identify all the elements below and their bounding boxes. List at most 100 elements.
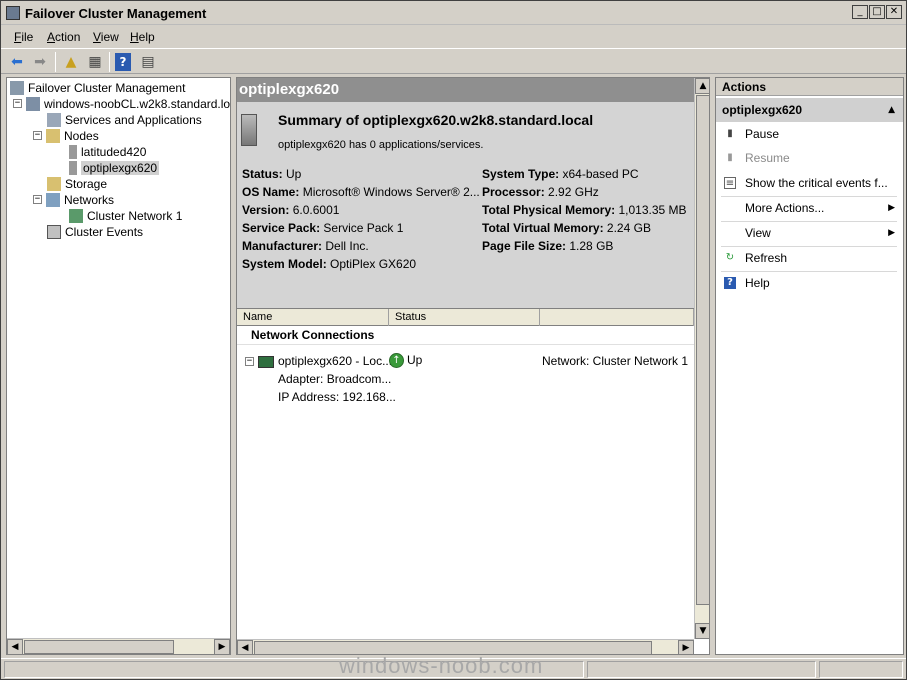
menu-action[interactable]: Action	[47, 30, 80, 44]
prop-status: Status: Up	[242, 167, 302, 181]
prop-manufacturer: Manufacturer: Dell Inc.	[242, 239, 369, 253]
menu-bar: File Action View Help	[1, 26, 906, 47]
network-icon	[69, 208, 83, 223]
prop-system-type: System Type: x64-based PC	[482, 167, 639, 181]
help-icon: ?	[724, 277, 736, 289]
show-hide-tree-icon[interactable]: ▦	[85, 53, 105, 71]
status-up-icon: ↑	[389, 353, 404, 369]
summary-subtitle: optiplexgx620 has 0 applications/service…	[278, 139, 484, 151]
actions-header: Actions	[716, 78, 903, 96]
tree-item-nodes[interactable]: − Nodes	[33, 127, 99, 143]
tree-item-storage[interactable]: Storage	[47, 175, 107, 191]
connection-ip: IP Address: 192.168...	[278, 390, 396, 404]
action-pause[interactable]: ▮ Pause	[716, 123, 903, 145]
connection-row[interactable]: − optiplexgx620 - Loc...	[245, 354, 392, 368]
tree-item-root[interactable]: Failover Cluster Management	[10, 79, 185, 95]
storage-icon	[47, 176, 61, 191]
action-more-actions[interactable]: More Actions... ▶	[716, 197, 903, 219]
connection-adapter: Adapter: Broadcom...	[278, 372, 392, 386]
prop-virtual-memory: Total Virtual Memory: 2.24 GB	[482, 221, 651, 235]
show-hide-action-pane-icon[interactable]: ▤	[138, 53, 158, 71]
tree-item-services[interactable]: Services and Applications	[47, 111, 202, 127]
back-icon[interactable]: ⬅	[7, 53, 27, 71]
actions-section-header[interactable]: optiplexgx620 ▲	[716, 98, 903, 122]
column-header-status[interactable]: Status	[389, 309, 540, 326]
summary-title: Summary of optiplexgx620.w2k8.standard.l…	[278, 112, 594, 128]
action-refresh[interactable]: ↻ Refresh	[716, 247, 903, 269]
connection-status: ↑ Up	[389, 353, 422, 369]
menu-file[interactable]: File	[14, 30, 33, 44]
scroll-left-icon[interactable]: ◀	[7, 639, 23, 654]
group-network-connections: Network Connections	[251, 328, 375, 342]
nodes-folder-icon	[46, 128, 60, 143]
maximize-button[interactable]: □	[869, 5, 885, 19]
services-icon	[47, 112, 61, 127]
prop-os-name: OS Name: Microsoft® Windows Server® 2...	[242, 185, 480, 199]
grid-header: Name Status	[237, 308, 694, 326]
action-help[interactable]: ? Help	[716, 272, 903, 294]
scroll-up-icon[interactable]: ▲	[695, 78, 709, 94]
connection-network: Network: Cluster Network 1	[542, 354, 689, 368]
tree-horizontal-scrollbar[interactable]: ◀ ▶	[7, 638, 230, 654]
events-icon	[47, 224, 61, 239]
app-icon	[6, 6, 20, 20]
toolbar: ⬅ ➡ ▲ ▦ ? ▤	[1, 48, 906, 74]
results-vertical-scrollbar[interactable]: ▲ ▼	[694, 78, 709, 639]
prop-system-model: System Model: OptiPlex GX620	[242, 257, 417, 271]
close-button[interactable]: ✕	[886, 5, 902, 19]
scrollbar-thumb[interactable]	[696, 95, 709, 605]
menu-help[interactable]: Help	[130, 30, 155, 44]
tree-item-node-latituded420[interactable]: latituded420	[69, 143, 146, 159]
scrollbar-thumb[interactable]	[24, 640, 174, 654]
submenu-arrow-icon: ▶	[888, 228, 895, 238]
results-pane: optiplexgx620 Summary of optiplexgx620.w…	[236, 77, 710, 655]
collapse-icon[interactable]: −	[33, 195, 42, 205]
tree-item-networks[interactable]: − Networks	[33, 191, 114, 207]
toolbar-separator	[109, 52, 110, 72]
events-icon: ≡	[724, 177, 736, 189]
networks-icon	[46, 192, 60, 207]
status-cell	[819, 661, 903, 678]
menu-view[interactable]: View	[93, 30, 119, 44]
window-title: Failover Cluster Management	[25, 6, 207, 21]
action-show-critical-events[interactable]: ≡ Show the critical events f...	[716, 172, 903, 194]
console-tree: Failover Cluster Management − windows-noo…	[6, 77, 231, 655]
column-header-name[interactable]: Name	[237, 309, 389, 326]
pause-icon: ▮	[727, 128, 733, 139]
toolbar-separator	[55, 52, 56, 72]
prop-page-file-size: Page File Size: 1.28 GB	[482, 239, 614, 253]
tree-item-cluster-events[interactable]: Cluster Events	[47, 223, 143, 239]
scroll-right-icon[interactable]: ▶	[214, 639, 230, 654]
results-header: optiplexgx620	[237, 78, 694, 102]
network-adapter-icon	[258, 355, 274, 368]
column-header-blank[interactable]	[540, 309, 694, 326]
up-folder-icon[interactable]: ▲	[61, 53, 81, 71]
collapse-icon[interactable]: −	[245, 357, 254, 367]
action-view[interactable]: View ▶	[716, 222, 903, 244]
collapse-section-icon[interactable]: ▲	[888, 98, 895, 122]
resume-icon: ▮	[727, 152, 733, 163]
forward-icon[interactable]: ➡	[30, 53, 50, 71]
action-resume[interactable]: ▮ Resume	[716, 147, 903, 169]
title-bar: Failover Cluster Management _ □ ✕	[1, 1, 906, 25]
submenu-arrow-icon: ▶	[888, 203, 895, 213]
divider	[237, 344, 694, 345]
scroll-down-icon[interactable]: ▼	[695, 623, 709, 639]
tree-item-cluster-network-1[interactable]: Cluster Network 1	[69, 207, 182, 223]
tree-item-cluster[interactable]: − windows-noobCL.w2k8.standard.local	[13, 95, 230, 111]
scroll-left-icon[interactable]: ◀	[237, 640, 253, 654]
server-icon	[69, 160, 77, 175]
tree-item-node-optiplexgx620[interactable]: optiplexgx620	[69, 159, 160, 175]
help-icon[interactable]: ?	[115, 53, 131, 71]
prop-service-pack: Service Pack: Service Pack 1	[242, 221, 404, 235]
main-window: Failover Cluster Management _ □ ✕ File A…	[0, 0, 907, 680]
watermark-text: windows-noob.com	[339, 653, 544, 678]
minimize-button[interactable]: _	[852, 5, 868, 19]
collapse-icon[interactable]: −	[13, 99, 22, 109]
server-icon	[241, 114, 257, 146]
collapse-icon[interactable]: −	[33, 131, 42, 141]
prop-version: Version: 6.0.6001	[242, 203, 340, 217]
server-icon	[69, 144, 77, 159]
scroll-right-icon[interactable]: ▶	[678, 640, 694, 654]
cluster-icon	[26, 96, 40, 111]
